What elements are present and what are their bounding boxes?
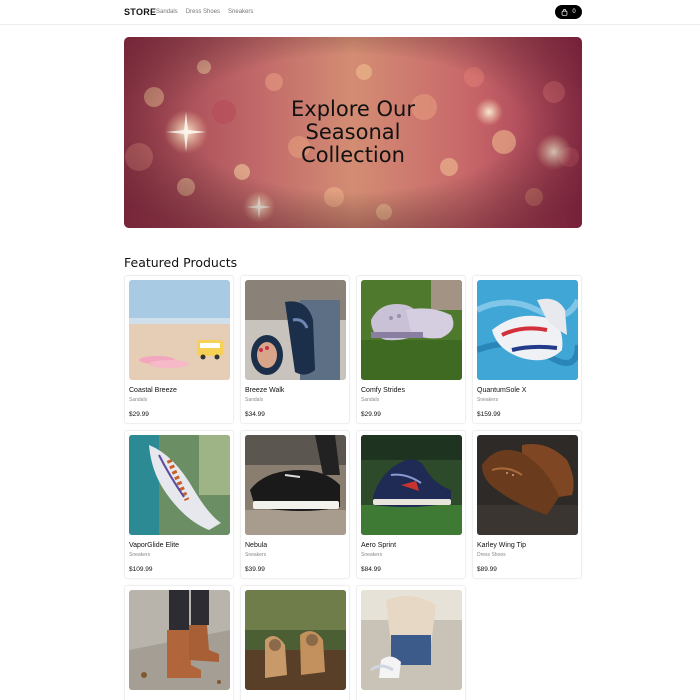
top-nav-bar: STORE Sandals Dress Shoes Sneakers 0 — [0, 0, 700, 25]
product-grid: Coastal Breeze Sandals $29.99 Breeze Wal… — [124, 275, 584, 700]
product-image-comfy-strides — [361, 280, 462, 380]
product-category: Sneakers — [477, 397, 499, 403]
product-card[interactable]: Nebula Sneakers $39.99 — [240, 430, 350, 579]
product-card[interactable] — [240, 585, 350, 700]
product-name: Nebula — [245, 542, 268, 549]
featured-products-heading: Featured Products — [124, 255, 238, 270]
product-image-ankle-boots — [129, 590, 230, 690]
product-image-nebula — [245, 435, 346, 535]
product-card[interactable]: QuantumSole X Sneakers $159.99 — [472, 275, 582, 424]
product-card[interactable]: Coastal Breeze Sandals $29.99 — [124, 275, 234, 424]
product-price: $29.99 — [361, 411, 381, 418]
product-name: QuantumSole X — [477, 387, 527, 394]
store-logo[interactable]: STORE — [124, 7, 156, 17]
product-image-forest-boots — [245, 590, 346, 690]
product-category: Sandals — [129, 397, 148, 403]
nav-link-sandals[interactable]: Sandals — [156, 9, 178, 15]
nav-link-dress-shoes[interactable]: Dress Shoes — [186, 9, 220, 15]
product-name: Aero Sprint — [361, 542, 397, 549]
shopping-bag-icon — [561, 8, 568, 16]
product-card[interactable]: Aero Sprint Sneakers $84.99 — [356, 430, 466, 579]
product-category: Dress Shoes — [477, 552, 506, 558]
product-name: Comfy Strides — [361, 387, 405, 394]
hero-banner[interactable]: Explore Our Seasonal Collection — [124, 37, 582, 228]
product-image-white-sneakers — [361, 590, 462, 690]
product-image-karley-wing-tip — [477, 435, 578, 535]
product-image-quantumsole-x — [477, 280, 578, 380]
product-category: Sneakers — [129, 552, 151, 558]
product-image-aero-sprint — [361, 435, 462, 535]
product-name: Karley Wing Tip — [477, 542, 527, 549]
product-price: $34.99 — [245, 411, 265, 418]
cart-count: 0 — [572, 9, 576, 15]
product-card[interactable] — [356, 585, 466, 700]
product-category: Sandals — [245, 397, 264, 403]
product-price: $29.99 — [129, 411, 149, 418]
product-price: $159.99 — [477, 411, 501, 418]
product-category: Sandals — [361, 397, 380, 403]
product-card[interactable]: Breeze Walk Sandals $34.99 — [240, 275, 350, 424]
product-image-coastal-breeze — [129, 280, 230, 380]
product-card[interactable]: Comfy Strides Sandals $29.99 — [356, 275, 466, 424]
product-price: $39.99 — [245, 566, 265, 573]
product-category: Sneakers — [361, 552, 383, 558]
hero-title: Explore Our Seasonal Collection — [291, 97, 415, 167]
product-image-breeze-walk — [245, 280, 346, 380]
nav-link-sneakers[interactable]: Sneakers — [228, 9, 253, 15]
product-name: VaporGlide Elite — [129, 542, 180, 549]
product-name: Breeze Walk — [245, 387, 285, 394]
product-name: Coastal Breeze — [129, 387, 177, 394]
product-price: $89.99 — [477, 566, 497, 573]
product-card[interactable]: Karley Wing Tip Dress Shoes $89.99 — [472, 430, 582, 579]
product-card[interactable] — [124, 585, 234, 700]
cart-button[interactable]: 0 — [555, 5, 582, 19]
product-card[interactable]: VaporGlide Elite Sneakers $109.99 — [124, 430, 234, 579]
product-image-vaporglide-elite — [129, 435, 230, 535]
product-category: Sneakers — [245, 552, 267, 558]
product-price: $109.99 — [129, 566, 153, 573]
product-price: $84.99 — [361, 566, 381, 573]
main-nav: Sandals Dress Shoes Sneakers — [156, 9, 253, 15]
